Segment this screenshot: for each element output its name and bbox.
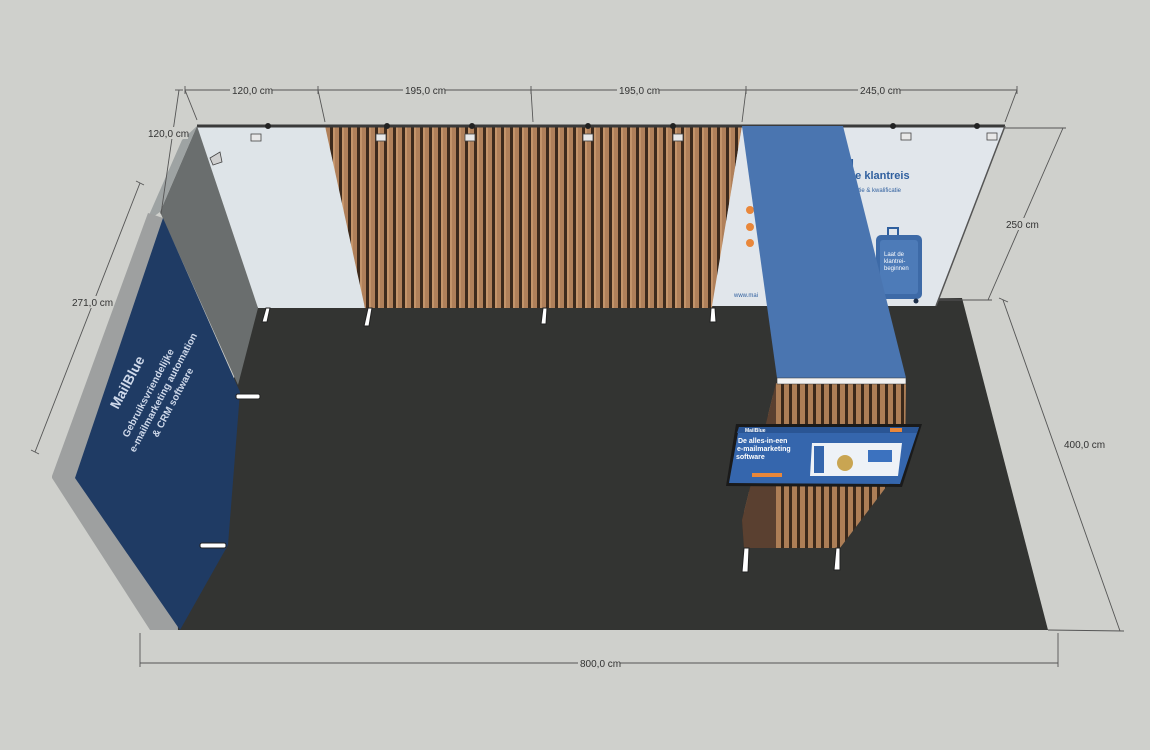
suitcase-text-line3: beginnen <box>884 266 909 272</box>
screen-app-mockup-sidebar <box>814 446 824 473</box>
counter-top-edge <box>776 377 907 385</box>
booth-diagram: g ele klantreis ntatie & kwalificatie ww… <box>30 84 1125 670</box>
banner-orange-icon <box>746 239 754 247</box>
dim-top-segment-3: 195,0 cm <box>619 86 660 97</box>
banner-url-fragment: www.mai <box>733 293 758 299</box>
screen-headline-line3: software <box>736 454 765 461</box>
dim-right-depth: 400,0 cm <box>1064 440 1105 451</box>
banner-orange-icon <box>746 206 754 214</box>
wood-slat-wall <box>325 126 742 308</box>
dim-top-segment-2: 195,0 cm <box>405 86 446 97</box>
dim-top-segment-1: 120,0 cm <box>232 86 273 97</box>
dim-left-wall-length: 271,0 cm <box>72 298 113 309</box>
screen-app-mockup-image <box>837 455 853 471</box>
screen-logo-text: MailBlue <box>745 428 766 434</box>
dim-right-height: 250 cm <box>1006 220 1039 231</box>
screen-headline-line2: e-mailmarketing <box>737 446 791 453</box>
suitcase-text-line1: Laat de <box>884 252 905 258</box>
booth-floor <box>150 298 1048 630</box>
suitcase-text-line2: klantrei- <box>884 259 905 265</box>
banner-orange-icon <box>746 223 754 231</box>
screen-cta-button <box>752 473 782 477</box>
dim-bottom-width: 800,0 cm <box>580 659 621 670</box>
screen-headline-line1: De alles-in-een <box>738 438 787 445</box>
screen-nav-button <box>890 428 902 432</box>
screen-app-mockup-block <box>868 450 892 462</box>
dim-top-segment-4: 245,0 cm <box>860 86 901 97</box>
dim-left-depth: 120,0 cm <box>148 129 189 140</box>
